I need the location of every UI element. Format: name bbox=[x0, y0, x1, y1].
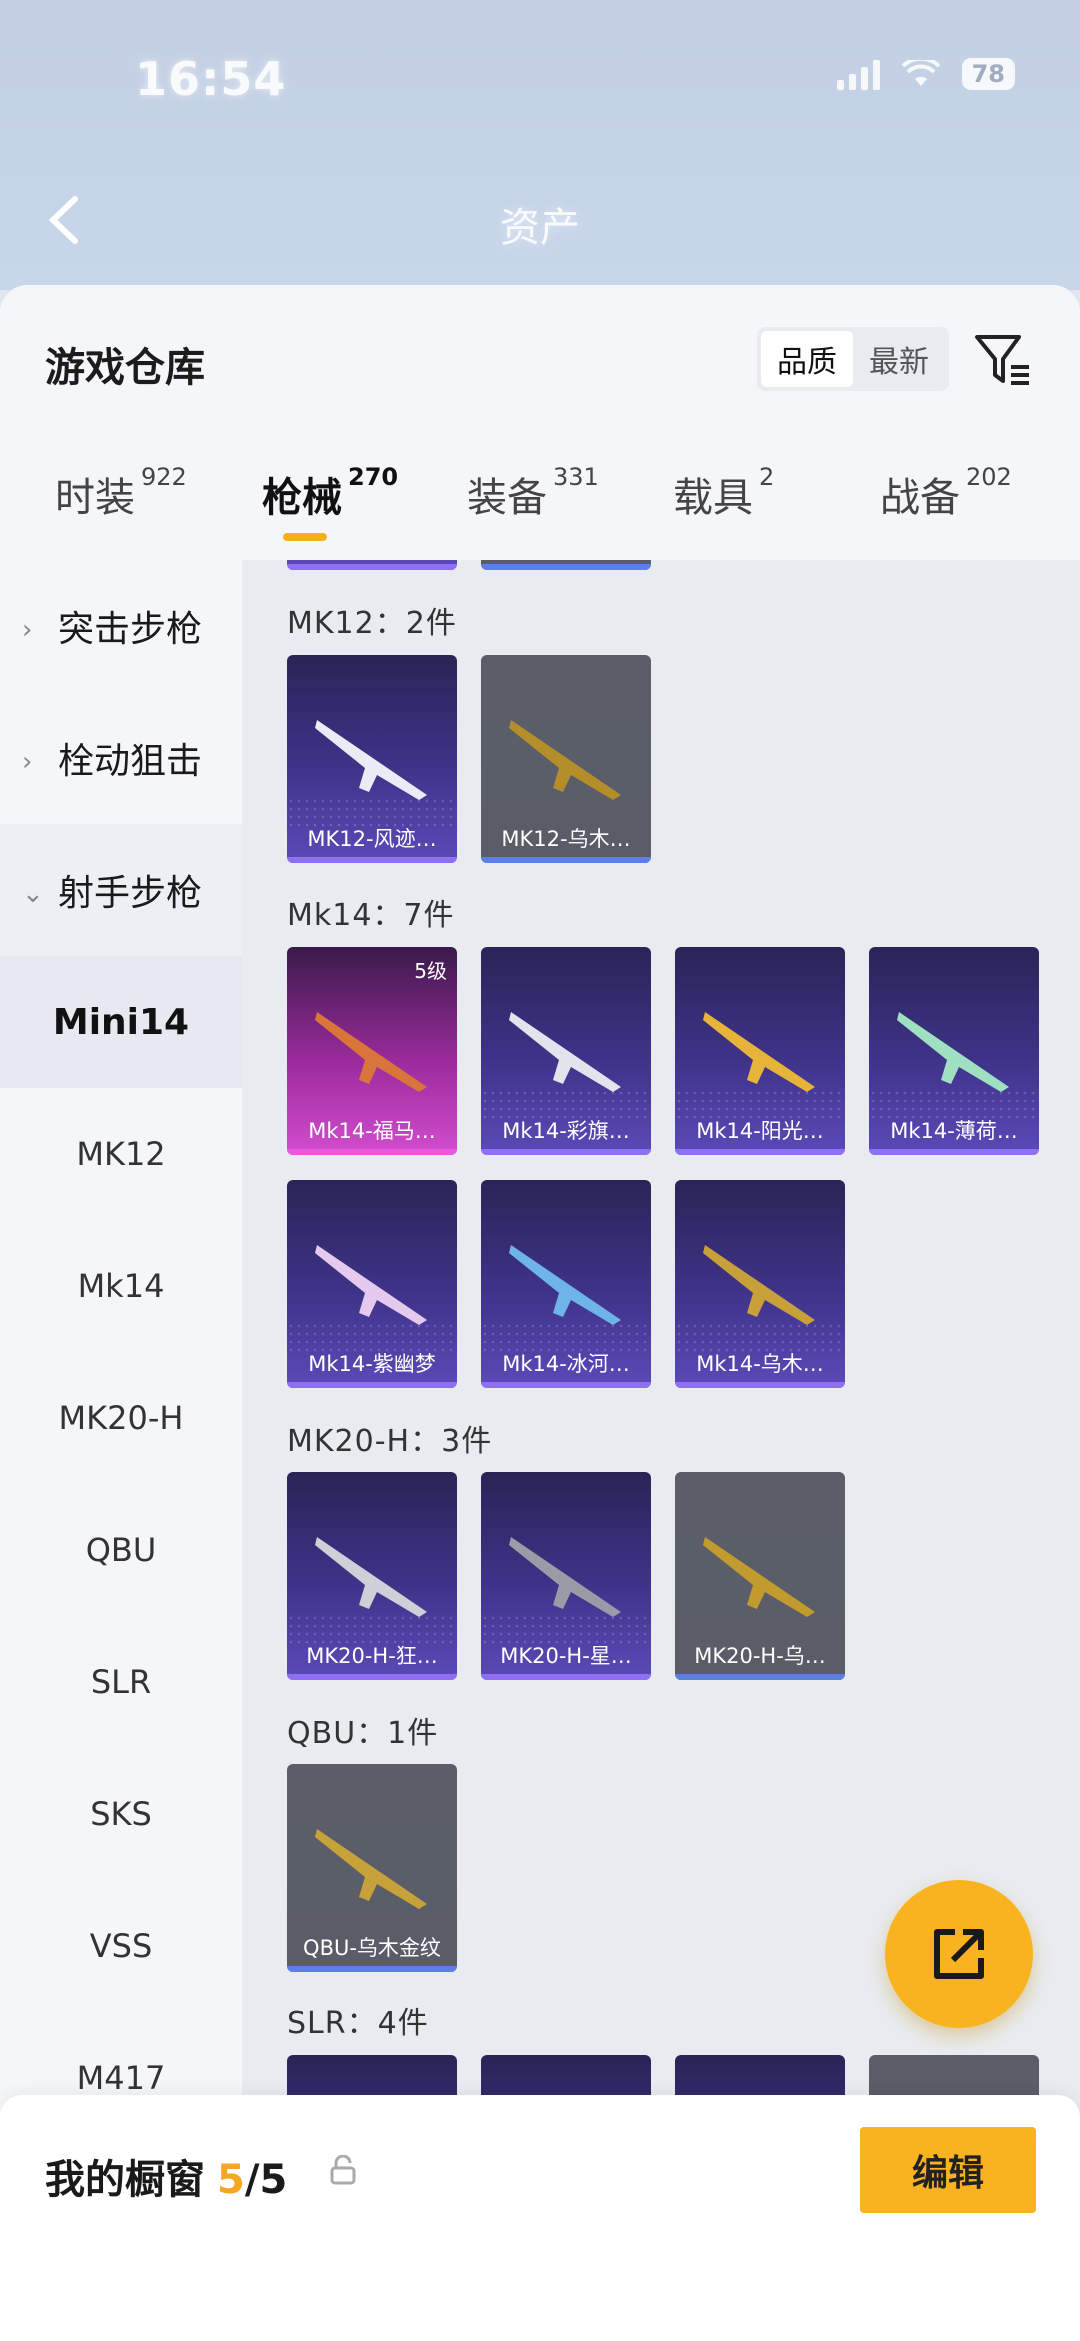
weapon-card[interactable]: Mk14-冰河… bbox=[481, 1180, 651, 1388]
section-title-mk12: MK12：2件 bbox=[287, 606, 457, 641]
sidebar-item-slr[interactable]: SLR bbox=[0, 1616, 242, 1748]
rifle-icon bbox=[315, 1245, 427, 1325]
nav-title: 资产 bbox=[500, 205, 580, 251]
sidebar-item-mini14[interactable]: Mini14 bbox=[0, 956, 242, 1088]
weapon-card[interactable]: Mk14-彩旗… bbox=[481, 947, 651, 1155]
status-time: 16:54 bbox=[135, 52, 287, 106]
weapon-card[interactable]: MK12-风迹… bbox=[287, 655, 457, 863]
top-backdrop: 16:54 78 资产 bbox=[0, 0, 1080, 290]
tab-equipment[interactable]: 装备 331 bbox=[467, 465, 599, 523]
sidebar-item-mk12[interactable]: MK12 bbox=[0, 1088, 242, 1220]
rifle-icon bbox=[703, 1245, 815, 1325]
rifle-icon bbox=[509, 720, 621, 800]
weapon-card[interactable]: MK20-H-狂… bbox=[287, 1472, 457, 1680]
weapon-card[interactable]: MK20-H-乌… bbox=[675, 1472, 845, 1680]
section-title-mk14: Mk14：7件 bbox=[287, 898, 455, 933]
sidebar-item-sks[interactable]: SKS bbox=[0, 1748, 242, 1880]
weapon-card[interactable]: Mk14-紫幽梦 bbox=[287, 1180, 457, 1388]
rifle-icon bbox=[509, 1012, 621, 1092]
sheet-title: 游戏仓库 bbox=[45, 345, 205, 391]
status-icons: 78 bbox=[836, 58, 1015, 90]
filter-icon[interactable] bbox=[973, 331, 1033, 387]
sidebar-group-assault-rifle[interactable]: › 突击步枪 bbox=[0, 560, 242, 692]
signal-icon bbox=[836, 58, 880, 90]
tab-fashion[interactable]: 时装 922 bbox=[55, 465, 187, 523]
section-title-qbu: QBU：1件 bbox=[287, 1716, 439, 1751]
tab-weapons[interactable]: 枪械 270 bbox=[262, 465, 398, 523]
weapon-card[interactable]: QBU-乌木金纹 bbox=[287, 1764, 457, 1972]
edit-button[interactable]: 编辑 bbox=[860, 2127, 1036, 2213]
weapon-card[interactable] bbox=[287, 560, 457, 570]
weapon-card[interactable]: Mk14-乌木… bbox=[675, 1180, 845, 1388]
sidebar-item-mk14[interactable]: Mk14 bbox=[0, 1220, 242, 1352]
rifle-icon bbox=[315, 720, 427, 800]
chevron-right-icon: › bbox=[22, 747, 33, 777]
showcase-bar: 我的橱窗 5/5 编辑 bbox=[0, 2095, 1080, 2341]
category-tabs: 时装 922 枪械 270 装备 331 载具 2 战备 202 bbox=[0, 465, 1080, 555]
active-tab-indicator bbox=[283, 533, 327, 541]
rifle-icon bbox=[509, 1245, 621, 1325]
sort-toggle: 品质 最新 bbox=[757, 327, 949, 391]
weapon-grid: MK12：2件 MK12-风迹… MK12-乌木… Mk14：7件 5级 Mk1… bbox=[242, 560, 1080, 2341]
weapon-sidebar: › 突击步枪 › 栓动狙击 ⌄ 射手步枪 Mini14 MK12 Mk14 MK20-… bbox=[0, 560, 242, 2341]
rifle-icon bbox=[703, 1012, 815, 1092]
weapon-card[interactable]: 5级 Mk14-福马… bbox=[287, 947, 457, 1155]
rifle-icon bbox=[315, 1537, 427, 1617]
showcase-count: 5/5 bbox=[217, 2157, 288, 2203]
wifi-icon bbox=[901, 60, 940, 86]
share-icon bbox=[934, 1929, 984, 1979]
weapon-card[interactable]: MK20-H-星… bbox=[481, 1472, 651, 1680]
sidebar-item-qbu[interactable]: QBU bbox=[0, 1484, 242, 1616]
sheet-header: 游戏仓库 品质 最新 时装 922 枪械 270 装备 331 载具 2 战备 202 bbox=[0, 285, 1080, 560]
showcase-label: 我的橱窗 5/5 bbox=[45, 2157, 288, 2203]
tab-gear[interactable]: 战备 202 bbox=[880, 465, 1012, 523]
tab-vehicles[interactable]: 载具 2 bbox=[673, 465, 774, 523]
sidebar-group-bolt-sniper[interactable]: › 栓动狙击 bbox=[0, 692, 242, 824]
weapon-card[interactable] bbox=[481, 560, 651, 570]
rifle-icon bbox=[703, 1537, 815, 1617]
weapon-card[interactable]: Mk14-薄荷… bbox=[869, 947, 1039, 1155]
share-button[interactable] bbox=[885, 1880, 1033, 2028]
battery-indicator: 78 bbox=[961, 58, 1015, 90]
rifle-icon bbox=[509, 1537, 621, 1617]
rifle-icon bbox=[897, 1012, 1009, 1092]
chevron-right-icon: › bbox=[22, 615, 33, 645]
sidebar-item-mk20h[interactable]: MK20-H bbox=[0, 1352, 242, 1484]
rifle-icon bbox=[315, 1829, 427, 1909]
sort-newest-button[interactable]: 最新 bbox=[853, 331, 945, 387]
lock-icon bbox=[330, 2155, 356, 2185]
section-title-mk20h: MK20-H：3件 bbox=[287, 1424, 493, 1459]
warehouse-sheet: 游戏仓库 品质 最新 时装 922 枪械 270 装备 331 载具 2 战备 202 ›… bbox=[0, 285, 1080, 2341]
weapon-card[interactable]: Mk14-阳光… bbox=[675, 947, 845, 1155]
chevron-down-icon: ⌄ bbox=[22, 879, 44, 909]
section-title-slr: SLR：4件 bbox=[287, 2006, 429, 2041]
weapon-card[interactable]: MK12-乌木… bbox=[481, 655, 651, 863]
sort-quality-button[interactable]: 品质 bbox=[761, 331, 853, 387]
sidebar-group-marksman-rifle[interactable]: ⌄ 射手步枪 bbox=[0, 824, 242, 956]
sidebar-item-vss[interactable]: VSS bbox=[0, 1880, 242, 2012]
rifle-icon bbox=[315, 1012, 427, 1092]
